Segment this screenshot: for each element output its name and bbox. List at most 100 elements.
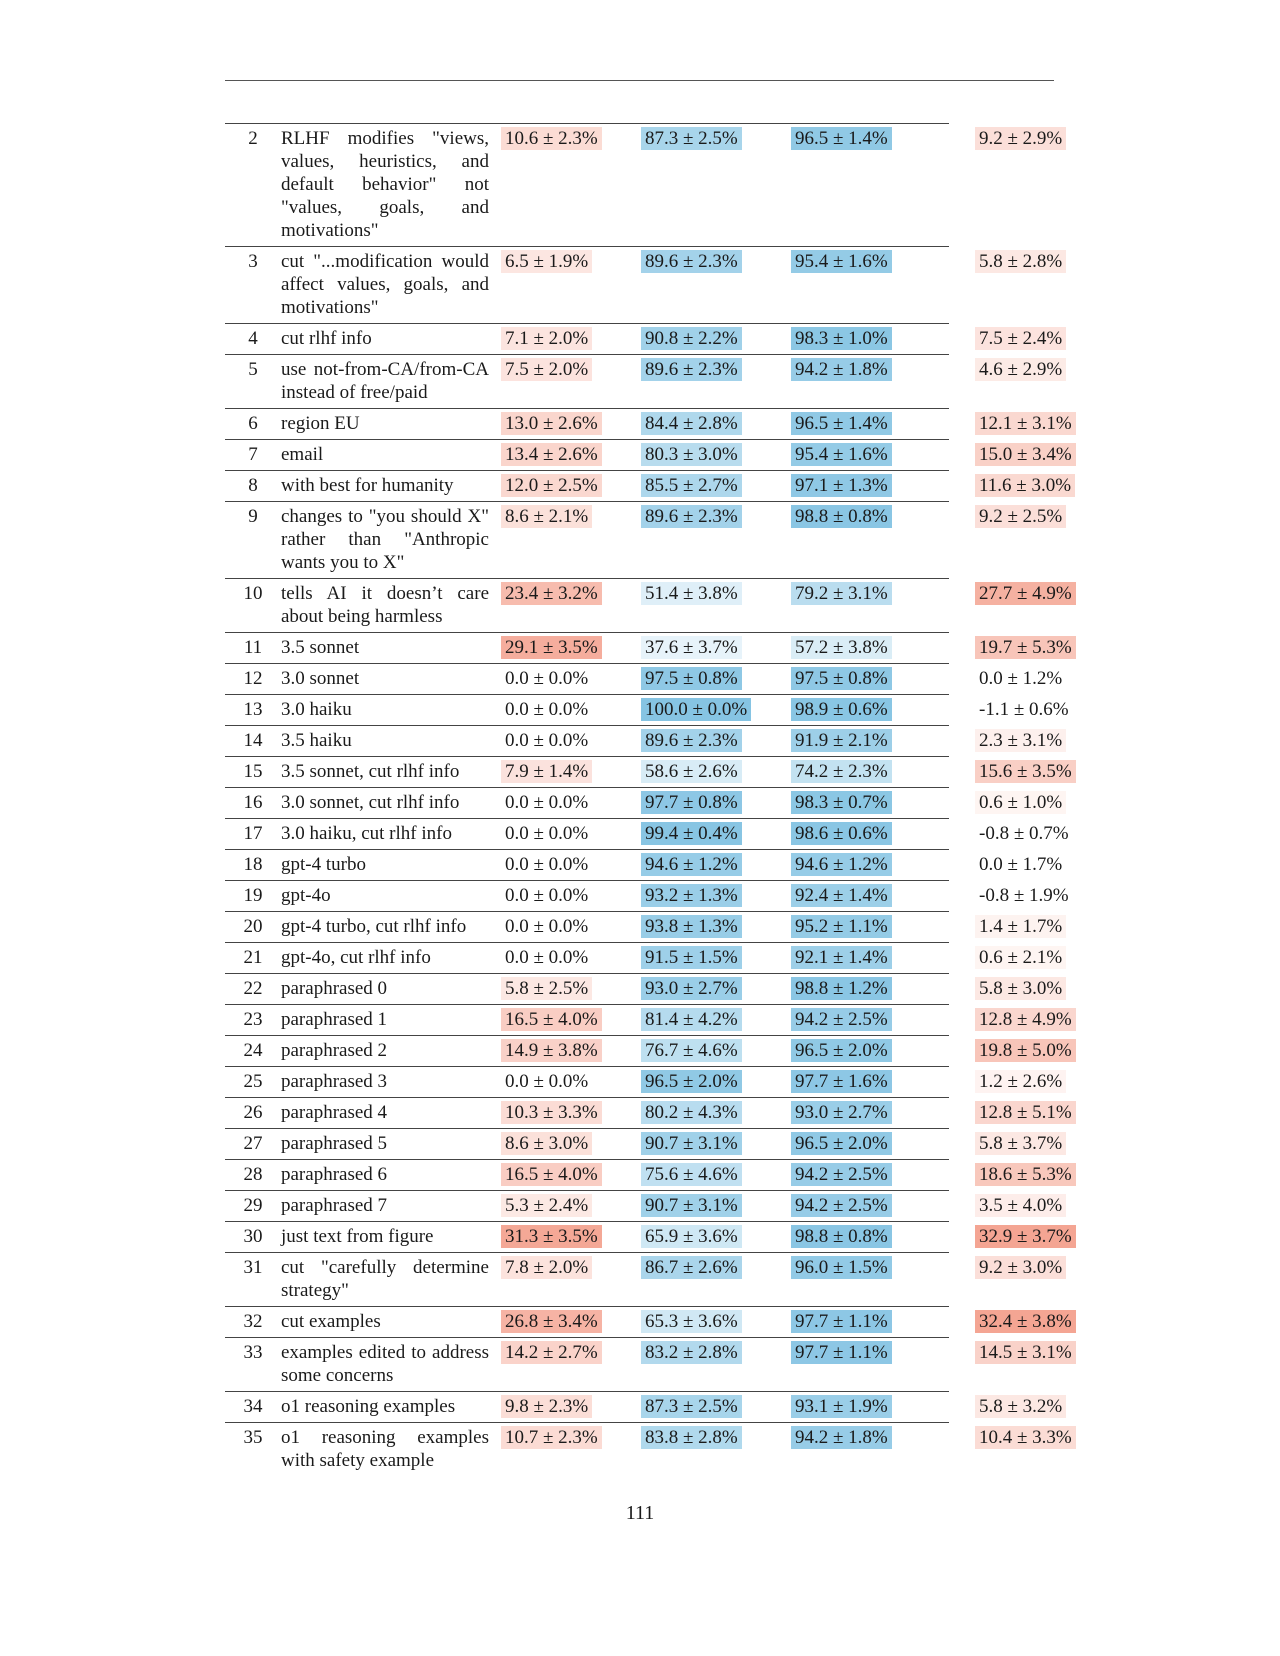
value-col-2: 89.6 ± 2.3% xyxy=(641,729,742,752)
row-description-cell: 3.5 sonnet xyxy=(281,632,501,664)
value-col-3-cell: 96.5 ± 1.4% xyxy=(791,123,949,247)
value-col-2-cell: 93.0 ± 2.7% xyxy=(641,973,791,1005)
value-col-2: 99.4 ± 0.4% xyxy=(641,822,742,845)
table-row: 25 paraphrased 3 0.0 ± 0.0% 96.5 ± 2.0% 97.7… xyxy=(225,1066,1105,1098)
value-col-4-cell: 4.6 ± 2.9% xyxy=(975,355,1105,409)
value-col-1-cell: 7.5 ± 2.0% xyxy=(501,354,641,409)
row-index: 23 xyxy=(243,1009,263,1030)
value-col-1-cell: 0.0 ± 0.0% xyxy=(501,880,641,912)
row-index-cell: 12 xyxy=(225,663,281,695)
row-description-cell: cut rlhf info xyxy=(281,323,501,355)
value-col-3-cell: 97.5 ± 0.8% xyxy=(791,663,949,695)
row-index: 19 xyxy=(243,885,263,906)
row-description: 3.5 sonnet, cut rlhf info xyxy=(281,761,460,782)
value-col-4-cell: 10.4 ± 3.3% xyxy=(975,1423,1105,1477)
column-gap xyxy=(949,1129,975,1160)
column-gap xyxy=(949,579,975,633)
row-description-cell: paraphrased 2 xyxy=(281,1035,501,1067)
table-row: 19 gpt-4o 0.0 ± 0.0% 93.2 ± 1.3% 92.4 ± 1.4%… xyxy=(225,880,1105,912)
row-description-cell: paraphrased 3 xyxy=(281,1066,501,1098)
value-col-3-cell: 93.0 ± 2.7% xyxy=(791,1097,949,1129)
row-description: changes to "you should X" rather than "A… xyxy=(281,506,489,573)
column-gap xyxy=(949,1423,975,1477)
value-col-1: 7.8 ± 2.0% xyxy=(501,1256,593,1279)
value-col-1: 0.0 ± 0.0% xyxy=(505,668,589,689)
column-gap xyxy=(949,1307,975,1338)
value-col-4-cell: 15.6 ± 3.5% xyxy=(975,757,1105,788)
value-col-4-cell: 5.8 ± 2.8% xyxy=(975,247,1105,324)
value-col-1-cell: 31.3 ± 3.5% xyxy=(501,1221,641,1253)
value-col-4-cell: 2.3 ± 3.1% xyxy=(975,726,1105,757)
row-description: gpt-4 turbo, cut rlhf info xyxy=(281,916,467,937)
value-col-2-cell: 37.6 ± 3.7% xyxy=(641,632,791,664)
value-col-3: 96.5 ± 1.4% xyxy=(791,127,892,150)
column-gap xyxy=(949,1253,975,1307)
value-col-3: 97.1 ± 1.3% xyxy=(791,474,892,497)
table-row: 12 3.0 sonnet 0.0 ± 0.0% 97.5 ± 0.8% 97.5 ± … xyxy=(225,663,1105,695)
value-col-1: 0.0 ± 0.0% xyxy=(505,947,589,968)
value-col-4-cell: 32.9 ± 3.7% xyxy=(975,1222,1105,1253)
row-description: just text from figure xyxy=(281,1226,434,1247)
value-col-1-cell: 13.4 ± 2.6% xyxy=(501,439,641,471)
row-description-cell: tells AI it doesn’t care about being har… xyxy=(281,578,501,633)
value-col-3: 98.6 ± 0.6% xyxy=(791,822,892,845)
value-col-2: 65.9 ± 3.6% xyxy=(641,1225,742,1248)
row-index: 12 xyxy=(243,668,263,689)
value-col-2: 83.8 ± 2.8% xyxy=(641,1426,742,1449)
value-col-2: 94.6 ± 1.2% xyxy=(641,853,742,876)
value-col-4: 12.8 ± 4.9% xyxy=(975,1007,1076,1031)
row-index: 28 xyxy=(243,1164,263,1185)
value-col-3-cell: 98.6 ± 0.6% xyxy=(791,818,949,850)
value-col-2: 96.5 ± 2.0% xyxy=(641,1070,742,1093)
value-col-1: 8.6 ± 3.0% xyxy=(501,1132,593,1155)
row-description-cell: cut "...modification would affect values… xyxy=(281,246,501,324)
row-index: 33 xyxy=(243,1342,263,1363)
row-index-cell: 17 xyxy=(225,818,281,850)
value-col-4-cell: -1.1 ± 0.6% xyxy=(975,695,1105,726)
column-gap xyxy=(949,664,975,695)
value-col-4: 1.4 ± 1.7% xyxy=(975,914,1067,938)
row-index: 16 xyxy=(243,792,263,813)
value-col-1-cell: 0.0 ± 0.0% xyxy=(501,942,641,974)
value-col-4-cell: 5.8 ± 3.2% xyxy=(975,1392,1105,1423)
row-description: paraphrased 0 xyxy=(281,978,388,999)
value-col-3-cell: 91.9 ± 2.1% xyxy=(791,725,949,757)
value-col-1-cell: 0.0 ± 0.0% xyxy=(501,1066,641,1098)
row-description: tells AI it doesn’t care about being har… xyxy=(281,583,489,627)
results-table-body: 2 RLHF modifies "views, values, heuristic… xyxy=(225,123,1105,1477)
table-row: 14 3.5 haiku 0.0 ± 0.0% 89.6 ± 2.3% 91.9 ± 2… xyxy=(225,725,1105,757)
row-description: 3.0 sonnet, cut rlhf info xyxy=(281,792,460,813)
row-index: 18 xyxy=(243,854,263,875)
value-col-2: 37.6 ± 3.7% xyxy=(641,636,742,659)
value-col-3-cell: 94.2 ± 2.5% xyxy=(791,1159,949,1191)
row-description: paraphrased 5 xyxy=(281,1133,388,1154)
value-col-2-cell: 91.5 ± 1.5% xyxy=(641,942,791,974)
row-description: paraphrased 4 xyxy=(281,1102,388,1123)
row-index-cell: 10 xyxy=(225,578,281,633)
value-col-3: 94.2 ± 2.5% xyxy=(791,1008,892,1031)
value-col-2: 51.4 ± 3.8% xyxy=(641,582,742,605)
value-col-2-cell: 80.2 ± 4.3% xyxy=(641,1097,791,1129)
row-index: 10 xyxy=(243,583,263,604)
value-col-3-cell: 98.8 ± 0.8% xyxy=(791,501,949,579)
value-col-3: 94.2 ± 2.5% xyxy=(791,1163,892,1186)
value-col-3: 98.8 ± 1.2% xyxy=(791,977,892,1000)
row-index-cell: 4 xyxy=(225,323,281,355)
value-col-3-cell: 97.7 ± 1.1% xyxy=(791,1337,949,1392)
value-col-2-cell: 87.3 ± 2.5% xyxy=(641,1391,791,1423)
value-col-4: -0.8 ± 0.7% xyxy=(979,822,1069,844)
value-col-2-cell: 90.7 ± 3.1% xyxy=(641,1128,791,1160)
column-gap xyxy=(949,633,975,664)
row-description-cell: gpt-4o xyxy=(281,880,501,912)
column-gap xyxy=(949,1098,975,1129)
row-index-cell: 33 xyxy=(225,1337,281,1392)
value-col-3: 98.9 ± 0.6% xyxy=(791,698,892,721)
value-col-4: 32.4 ± 3.8% xyxy=(975,1309,1076,1333)
row-description-cell: o1 reasoning examples with safety exampl… xyxy=(281,1422,501,1476)
value-col-3-cell: 98.9 ± 0.6% xyxy=(791,694,949,726)
value-col-4-cell: 12.8 ± 4.9% xyxy=(975,1005,1105,1036)
row-index-cell: 9 xyxy=(225,501,281,579)
table-row: 21 gpt-4o, cut rlhf info 0.0 ± 0.0% 91.5 ± … xyxy=(225,942,1105,974)
row-index-cell: 32 xyxy=(225,1306,281,1338)
value-col-3-cell: 97.1 ± 1.3% xyxy=(791,470,949,502)
